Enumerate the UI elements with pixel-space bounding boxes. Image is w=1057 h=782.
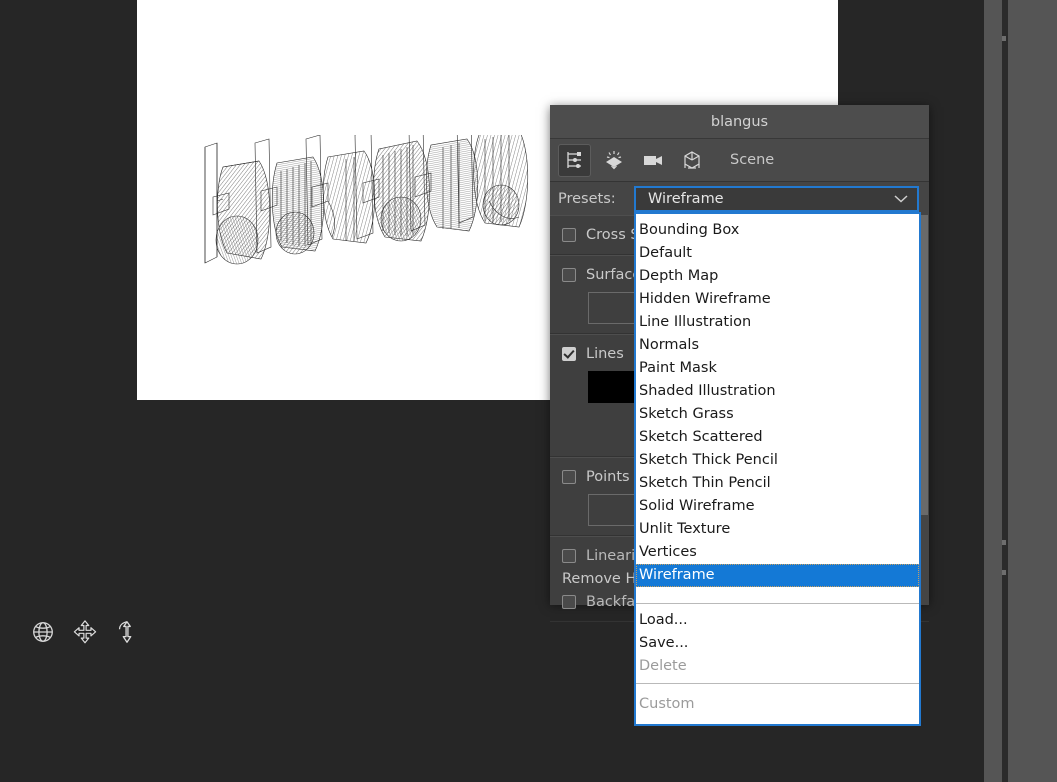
lines-color-swatch[interactable] (588, 371, 638, 403)
pan-move-icon[interactable] (72, 617, 98, 647)
dropdown-options-container: Bounding Box Default Depth Map Hidden Wiref… (636, 219, 919, 587)
dropdown-option[interactable]: Sketch Thin Pencil (636, 472, 919, 495)
dropdown-option[interactable]: Solid Wireframe (636, 495, 919, 518)
navigation-gizmo-bar (30, 616, 140, 648)
dropdown-option[interactable]: Normals (636, 334, 919, 357)
dropdown-gap (636, 587, 919, 603)
chevron-down-icon (894, 194, 908, 203)
surface-label: Surface (586, 267, 642, 283)
dropdown-option[interactable]: Vertices (636, 541, 919, 564)
object-orientation-icon (683, 151, 700, 169)
dropdown-footer-padding (636, 684, 919, 693)
application-root: blangus Scene Presets: Wireframe Cross S… (0, 0, 1057, 782)
points-label: Points (586, 469, 630, 485)
tab-camera[interactable] (636, 144, 669, 177)
panel-title: blangus (550, 105, 929, 139)
dropdown-option[interactable]: Wireframe (636, 564, 919, 587)
presets-combobox-value: Wireframe (648, 190, 724, 207)
cross-section-checkbox[interactable] (562, 228, 576, 242)
orbit-globe-icon[interactable] (30, 617, 56, 647)
dropdown-option[interactable]: Default (636, 242, 919, 265)
zoom-vertical-icon[interactable] (114, 617, 140, 647)
lighting-icon (605, 151, 622, 170)
panel-tab-bar: Scene (550, 139, 929, 182)
dropdown-option[interactable]: Depth Map (636, 265, 919, 288)
presets-dropdown-list[interactable]: Bounding Box Default Depth Map Hidden Wiref… (634, 212, 921, 726)
dropdown-action[interactable]: Load... (636, 609, 919, 632)
dropdown-option[interactable]: Hidden Wireframe (636, 288, 919, 311)
surface-checkbox[interactable] (562, 268, 576, 282)
dropdown-bottom-padding (636, 716, 919, 724)
presets-row: Presets: Wireframe (550, 182, 929, 215)
dropdown-option[interactable]: Shaded Illustration (636, 380, 919, 403)
camera-icon (643, 156, 662, 165)
tab-scene[interactable]: Scene (730, 152, 774, 168)
dock-tick-mark (1002, 570, 1006, 575)
linearize-checkbox[interactable] (562, 549, 576, 563)
viewport-vertical-scrollbar[interactable] (984, 0, 1002, 782)
tab-settings-sliders[interactable] (558, 143, 591, 177)
dropdown-option[interactable]: Bounding Box (636, 219, 919, 242)
dropdown-option[interactable]: Sketch Grass (636, 403, 919, 426)
backface-checkbox[interactable] (562, 595, 576, 609)
dock-tick-mark (1002, 540, 1006, 545)
dropdown-footer-custom: Custom (639, 696, 695, 712)
dropdown-option[interactable]: Paint Mask (636, 357, 919, 380)
dropdown-option[interactable]: Sketch Scattered (636, 426, 919, 449)
dock-divider (1002, 0, 1008, 782)
presets-combobox[interactable]: Wireframe (634, 185, 919, 212)
dropdown-action[interactable]: Save... (636, 632, 919, 655)
wireframe-model-render (204, 135, 529, 265)
dock-tick-mark (1002, 36, 1006, 41)
right-dock-panel (1008, 0, 1057, 782)
tab-lighting[interactable] (597, 144, 630, 177)
dropdown-option[interactable]: Unlit Texture (636, 518, 919, 541)
lines-label: Lines (586, 346, 624, 362)
settings-sliders-icon (566, 152, 581, 168)
cross-section-label: Cross S (586, 227, 640, 243)
points-checkbox[interactable] (562, 470, 576, 484)
properties-panel[interactable]: blangus Scene Presets: Wireframe Cross S… (550, 105, 929, 726)
dropdown-option[interactable]: Line Illustration (636, 311, 919, 334)
presets-label: Presets: (558, 190, 616, 207)
surface-color-swatch[interactable] (588, 292, 638, 324)
dropdown-action: Delete (639, 658, 687, 674)
dropdown-actions-container: Load... Save... Delete (636, 609, 919, 678)
points-color-swatch[interactable] (588, 494, 638, 526)
dropdown-option[interactable]: Sketch Thick Pencil (636, 449, 919, 472)
tab-object-orientation[interactable] (675, 144, 708, 177)
lines-checkbox[interactable] (562, 347, 576, 361)
